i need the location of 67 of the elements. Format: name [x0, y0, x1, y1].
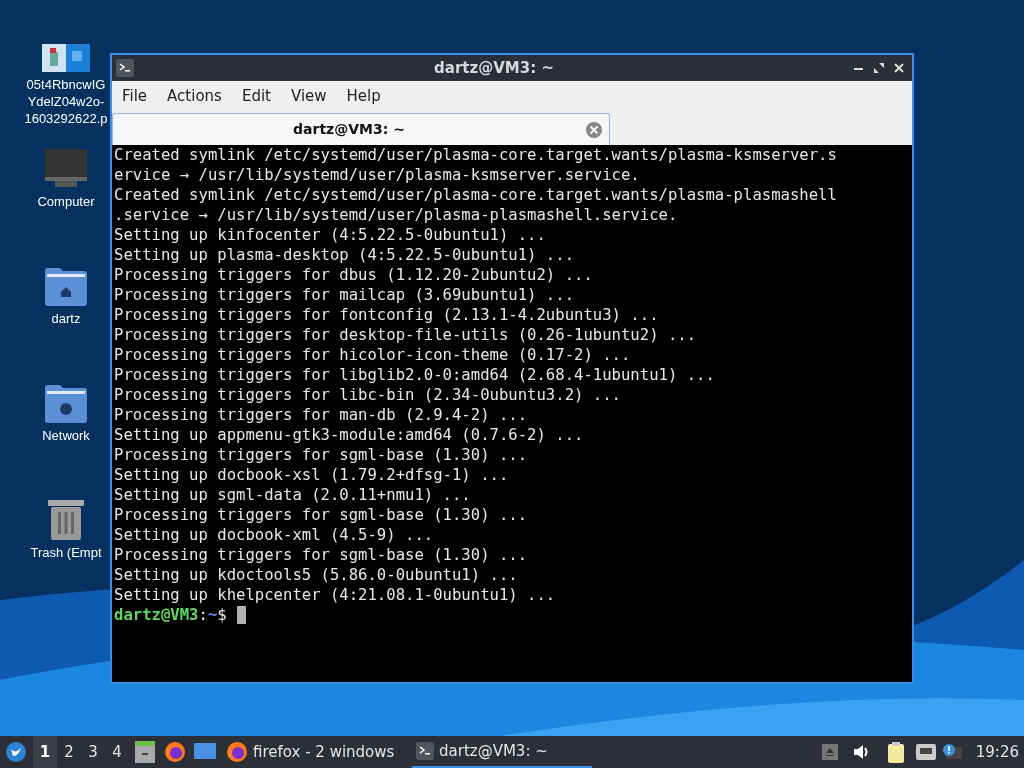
terminal-icon [116, 59, 134, 77]
menu-item[interactable]: File [114, 85, 156, 108]
terminal-line: Setting up docbook-xsl (1.79.2+dfsg-1) ... [114, 465, 509, 485]
workspace-button[interactable]: 1 [33, 736, 57, 768]
terminal-line: Setting up appmenu-gtk3-module:amd64 (0.7.6-2) ... [114, 425, 584, 445]
terminal-line: Processing triggers for sgml-base (1.30) ... [114, 545, 528, 565]
terminal-line: .service → /usr/lib/systemd/user/plasma-plasmashell.service. [114, 205, 678, 225]
terminal-line: Processing triggers for desktop-file-utils (0.26-1ubuntu2) ... [114, 325, 697, 345]
network-icon[interactable] [915, 744, 936, 760]
desktop-icon-label[interactable]: 05t4RbncwIG YdelZ04w2o- 1603292622.p [24, 76, 108, 127]
workspace-button[interactable]: 3 [81, 736, 105, 768]
app-menu-icon[interactable] [5, 741, 27, 763]
menu-item[interactable]: Help [338, 85, 389, 108]
terminal-line: Setting up docbook-xml (4.5-9) ... [114, 525, 434, 545]
terminal-line: Processing triggers for sgml-base (1.30) ... [114, 505, 528, 525]
prompt-path: ~ [207, 605, 218, 625]
prompt-user-host: dartz@VM3 [114, 605, 199, 625]
home-folder-icon [45, 268, 87, 306]
terminal-line: Setting up kdoctools5 (5.86.0-0ubuntu1) ... [114, 565, 518, 585]
desktop-icon-label[interactable]: dartz [51, 310, 81, 327]
desktop-icon-label[interactable]: Trash (Empt [30, 544, 102, 561]
desktop-icon-label[interactable]: Network [42, 427, 90, 444]
desktop-icon[interactable] [194, 743, 216, 761]
terminal-icon [416, 742, 434, 760]
text-cursor [236, 606, 246, 624]
menu-item[interactable]: Actions [159, 85, 230, 108]
prompt-colon: : [198, 605, 208, 625]
terminal-area[interactable] [112, 145, 912, 682]
eject-icon[interactable] [821, 744, 838, 760]
task-button[interactable]: dartz@VM3: ~ [412, 736, 592, 768]
terminal-line: Setting up khelpcenter (4:21.08.1-0ubuntu1) ... [114, 585, 556, 605]
terminal-line: Setting up plasma-desktop (4:5.22.5-0ubuntu1) ... [114, 245, 575, 265]
terminal-line: Created symlink /etc/systemd/user/plasma-core.target.wants/plasma-ksmserver.s [114, 145, 837, 165]
prompt-symbol: $ [217, 605, 227, 625]
firefox-icon [164, 741, 186, 763]
maximize-icon[interactable] [874, 63, 884, 73]
terminal-line: Processing triggers for fontconfig (2.13.1-4.2ubuntu3) ... [114, 305, 659, 325]
terminal-line: Processing triggers for dbus (1.12.20-2ubuntu2) ... [114, 265, 593, 285]
menu-item[interactable]: View [282, 85, 335, 108]
workspace-button[interactable]: 4 [105, 736, 129, 768]
notification-icon[interactable] [941, 743, 962, 761]
desktop-icon-label[interactable]: Computer [37, 193, 95, 210]
globe-folder-icon [45, 385, 87, 423]
terminal-line: Processing triggers for hicolor-icon-theme (0.17-2) ... [114, 345, 631, 365]
clock[interactable]: 19:26 [975, 740, 1019, 764]
menu-item[interactable]: Edit [233, 85, 279, 108]
terminal-line: Processing triggers for libglib2.0-0:amd64 (2.68.4-1ubuntu1) ... [114, 365, 715, 385]
firefox-icon [226, 741, 248, 763]
terminal-line: Setting up kinfocenter (4:5.22.5-0ubuntu1) ... [114, 225, 546, 245]
window-title: dartz@VM3: ~ [433, 57, 555, 79]
file-cabinet-icon[interactable] [135, 741, 155, 763]
close-icon[interactable] [894, 63, 904, 73]
terminal-line: Created symlink /etc/systemd/user/plasma-core.target.wants/plasma-plasmashell [114, 185, 837, 205]
trash-icon [48, 498, 84, 540]
clipboard-icon[interactable] [887, 741, 906, 763]
task-button[interactable]: firefox - 2 windows [222, 736, 412, 768]
terminal-line: Setting up sgml-data (2.0.11+nmu1) ... [114, 485, 471, 505]
monitor-icon [45, 149, 87, 189]
terminal-tab[interactable]: dartz@VM3: ~ [112, 113, 610, 145]
image-file-icon [42, 44, 90, 72]
speaker-icon[interactable] [851, 744, 870, 760]
workspace-button[interactable]: 2 [57, 736, 81, 768]
terminal-line: Processing triggers for mailcap (3.69ubuntu1) ... [114, 285, 575, 305]
terminal-line: Processing triggers for man-db (2.9.4-2) ... [114, 405, 528, 425]
terminal-line: ervice → /usr/lib/systemd/user/plasma-ksmserver.service. [114, 165, 640, 185]
terminal-line: Processing triggers for sgml-base (1.30) ... [114, 445, 528, 465]
terminal-line: Processing triggers for libc-bin (2.34-0ubuntu3.2) ... [114, 385, 621, 405]
